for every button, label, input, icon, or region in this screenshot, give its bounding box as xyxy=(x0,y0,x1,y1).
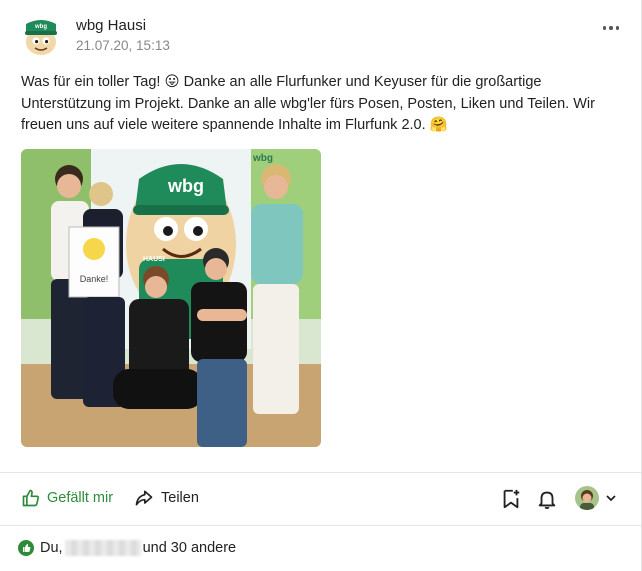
share-icon xyxy=(134,488,154,508)
mascot-body-text: HAUSI xyxy=(143,256,165,263)
bookmark-add-icon[interactable] xyxy=(500,488,522,510)
post-timestamp[interactable]: 21.07.20, 15:13 xyxy=(76,37,170,55)
post-text: Was für ein toller Tag! 😛 Danke an alle … xyxy=(21,74,595,134)
post-header: wbg wbg Hausi 21.07.20, 15:13 xyxy=(22,14,170,58)
author-name[interactable]: wbg Hausi xyxy=(76,17,170,35)
reactions-prefix: Du, xyxy=(40,540,63,556)
bell-icon[interactable] xyxy=(536,488,558,510)
share-label: Teilen xyxy=(161,490,199,506)
like-label: Gefällt mir xyxy=(47,490,114,506)
author-info: wbg Hausi 21.07.20, 15:13 xyxy=(76,17,170,55)
action-bar: Gefällt mir Teilen xyxy=(0,474,642,524)
divider xyxy=(0,472,642,473)
like-button[interactable]: Gefällt mir xyxy=(21,488,113,508)
more-options-icon[interactable] xyxy=(601,18,621,38)
photo-sign-text: Danke! xyxy=(80,274,109,284)
thumbs-up-icon xyxy=(21,488,41,508)
post-photo[interactable]: wbg wbg HAUSI Danke! xyxy=(21,149,321,447)
divider xyxy=(0,525,642,526)
chevron-down-icon xyxy=(605,492,617,504)
share-button[interactable]: Teilen xyxy=(134,488,199,508)
reactions-summary[interactable]: Du, und 30 andere xyxy=(18,540,236,556)
banner-text: wbg xyxy=(252,153,273,164)
mascot-cap-text: wbg xyxy=(167,176,204,196)
post-card: wbg wbg Hausi 21.07.20, 15:13 Was für ei… xyxy=(0,0,642,571)
avatar-cap-text: wbg xyxy=(34,24,47,30)
like-reaction-icon xyxy=(18,540,34,556)
avatar xyxy=(575,486,599,510)
reactions-suffix: und 30 andere xyxy=(142,540,237,556)
author-avatar[interactable]: wbg xyxy=(22,16,60,56)
user-menu[interactable] xyxy=(575,486,617,510)
redacted-name xyxy=(64,540,141,556)
